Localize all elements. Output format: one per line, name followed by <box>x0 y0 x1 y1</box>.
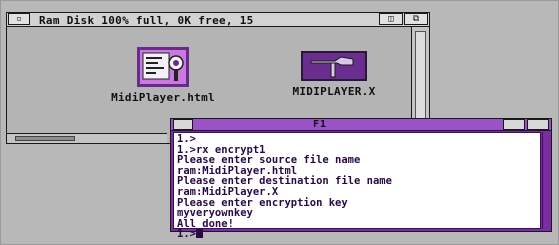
console-prompt-line[interactable]: 1.> <box>177 229 537 240</box>
shell-titlebar[interactable]: F1 <box>171 119 551 131</box>
file-icon-label: MIDIPLAYER.X <box>292 85 376 98</box>
ram-disk-titlebar[interactable]: ▫ Ram Disk 100% full, 0K free, 15 ◫ ⧉ <box>7 13 429 27</box>
zoom-gadget-icon[interactable]: ◫ <box>379 13 403 25</box>
file-icon-midiplayer-x[interactable]: MIDIPLAYER.X <box>264 51 404 98</box>
close-gadget-icon[interactable] <box>173 119 193 130</box>
close-gadget-icon[interactable]: ▫ <box>8 13 30 25</box>
hammer-tool-icon <box>301 51 367 81</box>
depth-gadget-icon[interactable]: ⧉ <box>404 13 428 25</box>
console-line: 1.> <box>177 133 196 145</box>
console-prompt: 1.> <box>177 228 196 241</box>
horizontal-scrollbar[interactable] <box>7 133 167 143</box>
shell-window[interactable]: F1 1.> 1.>rx encrypt1 Please enter sourc… <box>170 118 552 240</box>
zoom-gadget-icon[interactable] <box>503 119 525 130</box>
file-icon-midiplayer-html[interactable]: MidiPlayer.html <box>93 47 233 104</box>
html-document-icon <box>137 47 189 87</box>
shell-right-border <box>542 132 551 229</box>
window-title: Ram Disk 100% full, 0K free, 15 <box>39 14 254 27</box>
console-line: ram:MidiPlayer.X <box>177 185 279 198</box>
scroll-track[interactable] <box>415 31 426 121</box>
depth-gadget-icon[interactable] <box>527 119 549 130</box>
file-icon-label: MidiPlayer.html <box>111 91 215 104</box>
scroll-knob[interactable] <box>15 136 75 141</box>
console-line: All done! <box>177 217 234 230</box>
shell-title: F1 <box>313 119 328 130</box>
text-cursor <box>195 229 203 239</box>
shell-console[interactable]: 1.> 1.>rx encrypt1 Please enter source f… <box>173 132 541 240</box>
